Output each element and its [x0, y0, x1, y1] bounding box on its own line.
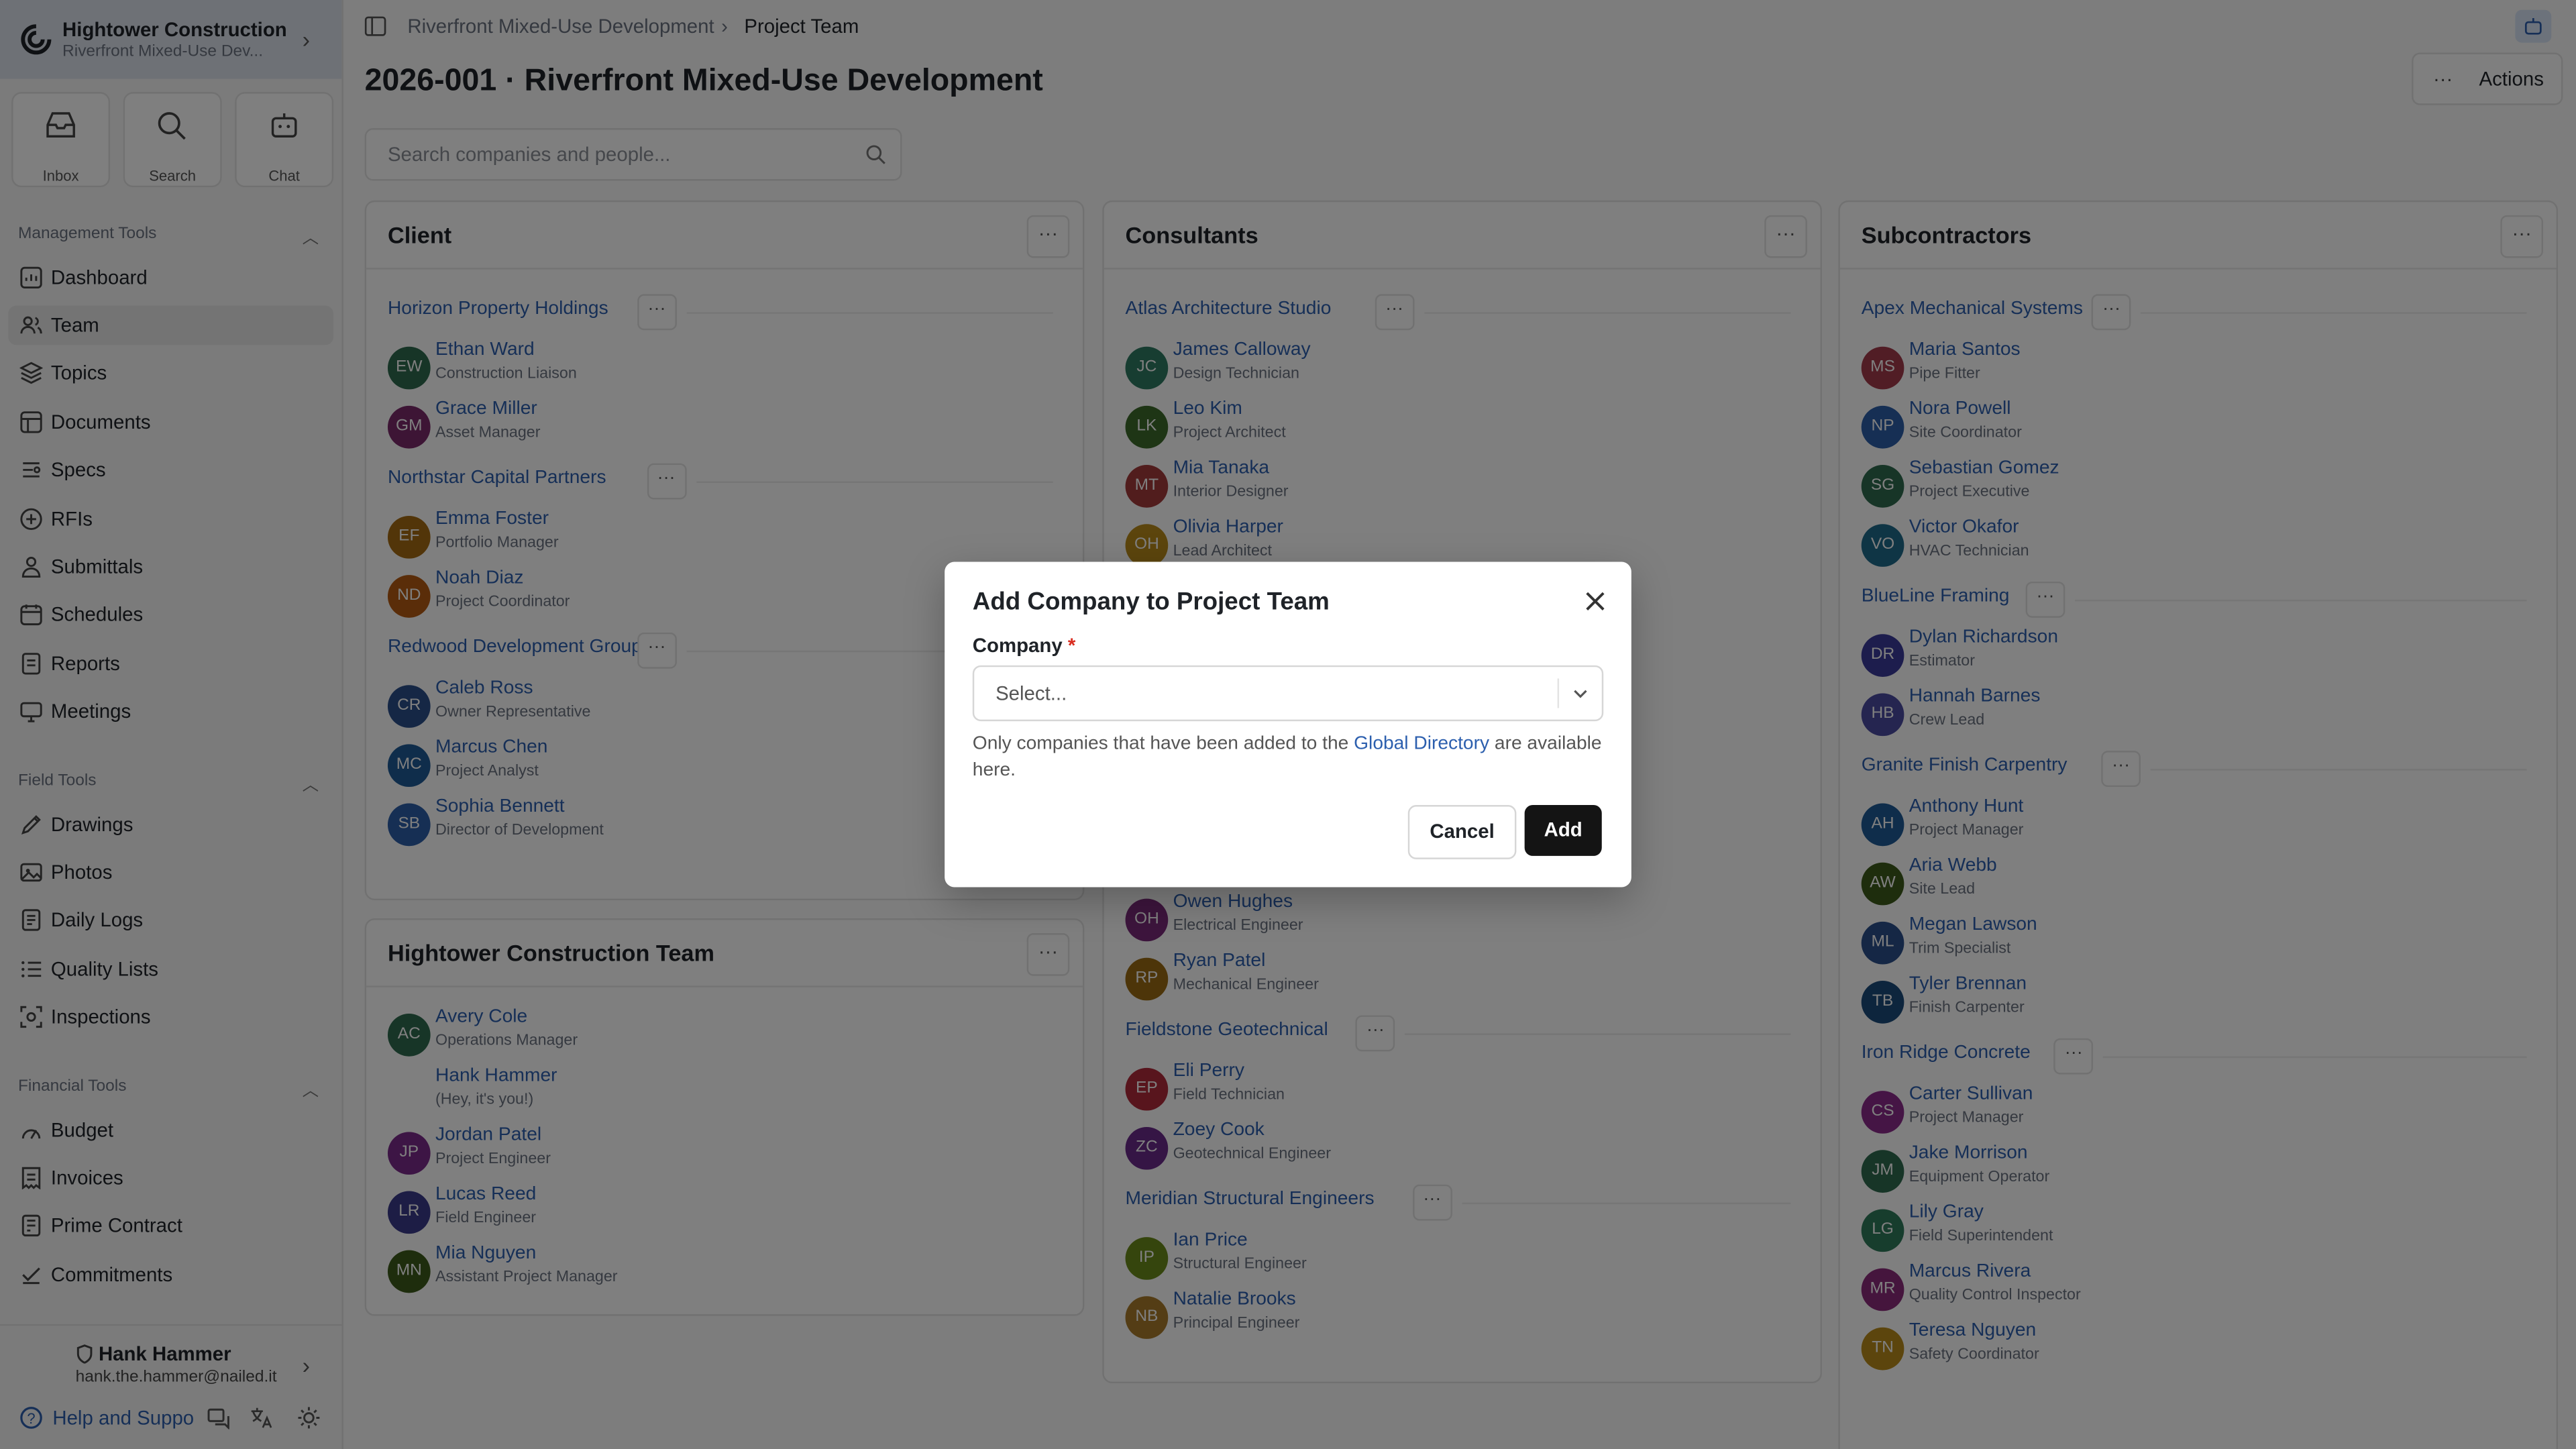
company-select[interactable]: Select... — [972, 665, 1604, 722]
cancel-button[interactable]: Cancel — [1407, 805, 1517, 859]
company-label-text: Company — [972, 634, 1063, 657]
company-select-placeholder: Select... — [996, 682, 1067, 705]
close-icon[interactable] — [1578, 585, 1611, 618]
add-button[interactable]: Add — [1524, 805, 1602, 856]
help-text-start: Only companies that have been added to t… — [972, 734, 1354, 755]
required-marker: * — [1067, 634, 1076, 657]
app-root: Hightower Construction Riverfront Mixed-… — [0, 0, 2576, 1449]
global-directory-link[interactable]: Global Directory — [1354, 735, 1489, 754]
select-divider — [1557, 678, 1560, 708]
company-field-label: Company * — [973, 634, 1076, 657]
modal-title: Add Company to Project Team — [972, 588, 1330, 616]
modal-help-text: Only companies that have been added to t… — [973, 731, 1605, 784]
chevron-down-icon — [1574, 690, 1587, 698]
add-company-modal: Add Company to Project Team Company * Se… — [945, 561, 1631, 888]
